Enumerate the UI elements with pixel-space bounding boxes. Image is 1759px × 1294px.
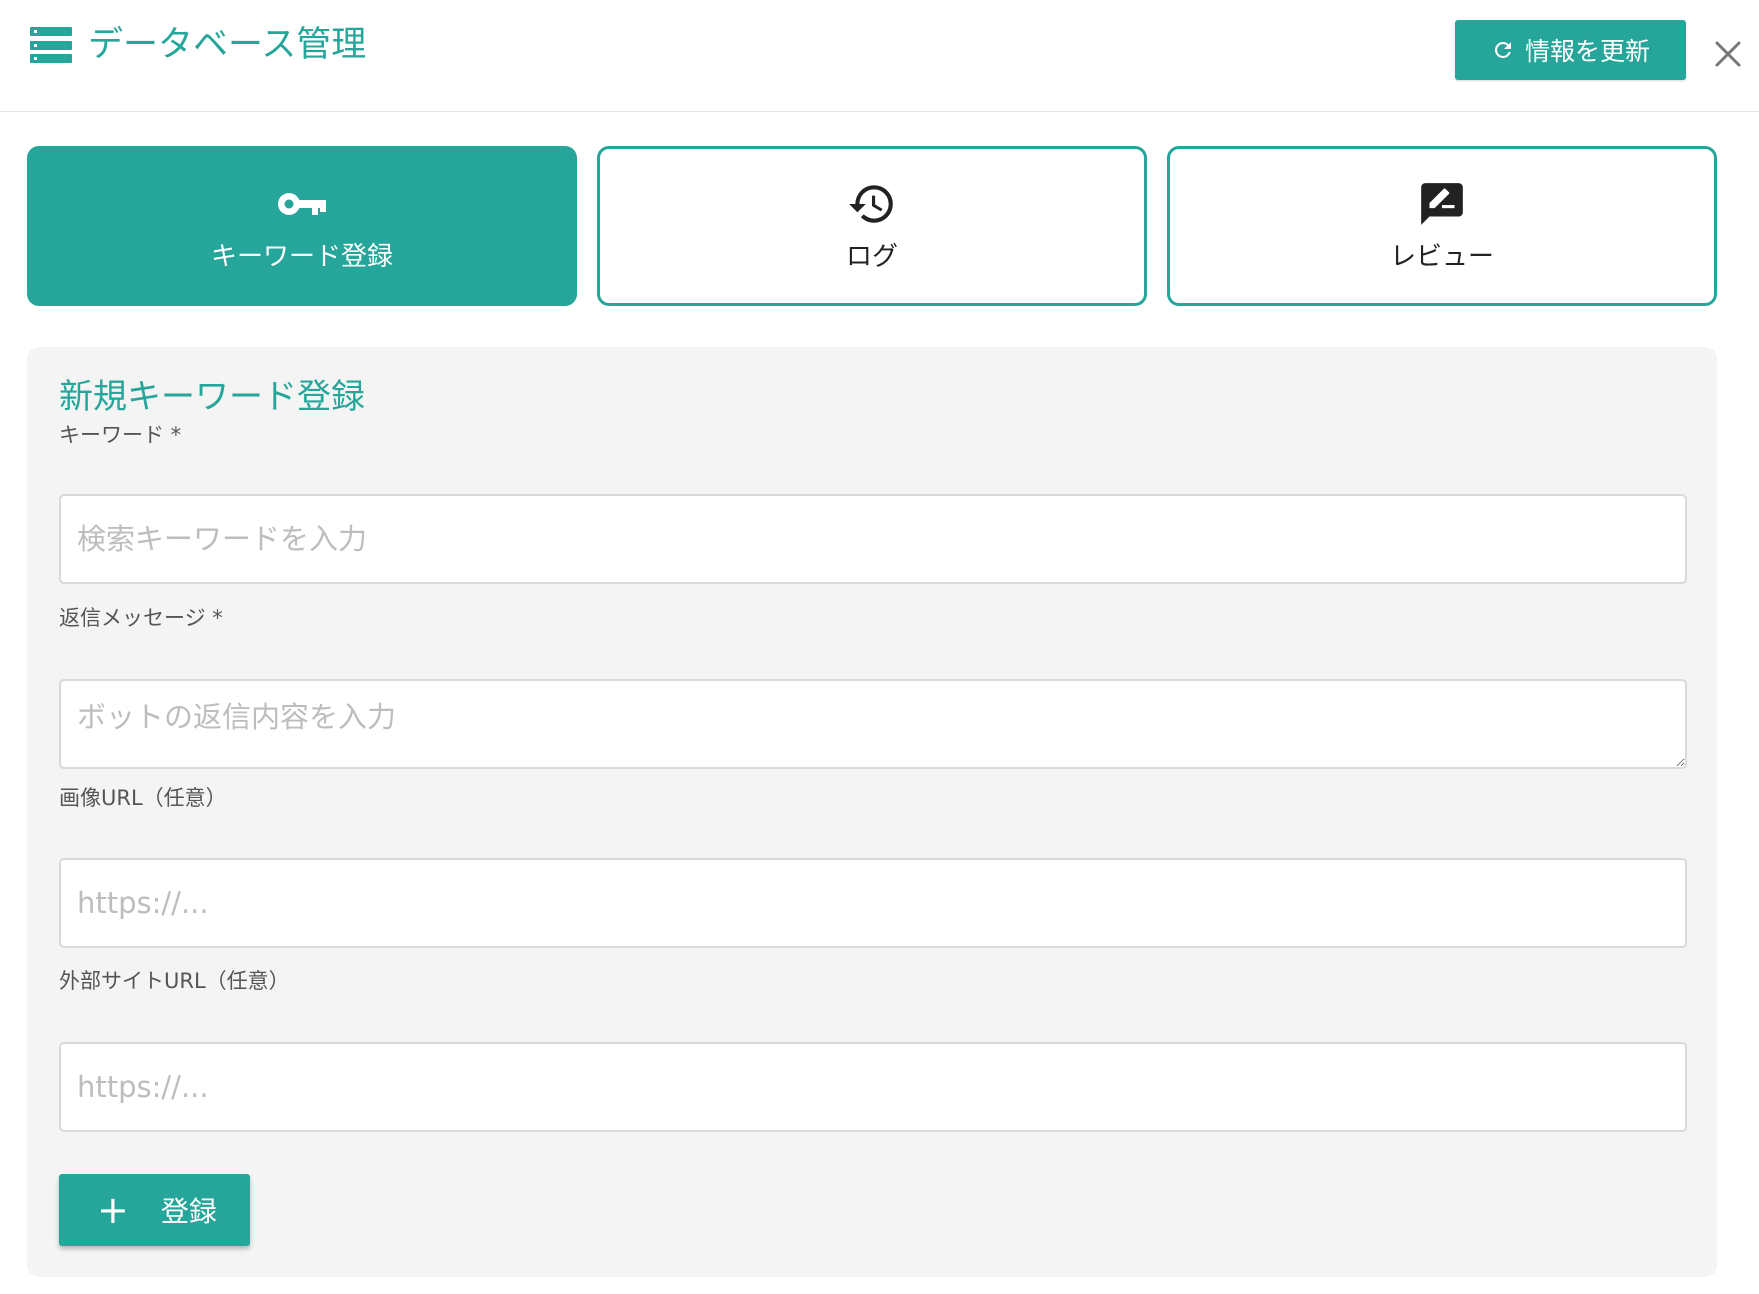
tab-label: レビュー [1389,242,1494,272]
register-form-card: 新規キーワード登録 キーワード * 返信メッセージ * 画像URL（任意） 外部… [27,347,1717,1277]
refresh-button-label: 情報を更新 [1524,37,1650,66]
reply-textarea[interactable] [59,679,1687,769]
tab-log[interactable]: ログ [597,146,1147,306]
history-icon [846,178,898,230]
image-url-label: 画像URL（任意） [59,786,227,810]
tab-keyword-register[interactable]: キーワード登録 [27,146,577,306]
image-url-input[interactable] [59,858,1687,948]
tab-label: ログ [845,242,898,272]
register-button[interactable]: + 登録 [59,1174,250,1246]
review-icon [1416,178,1468,230]
header-bar: データベース管理 情報を更新 [0,0,1759,112]
refresh-button[interactable]: 情報を更新 [1455,20,1686,80]
key-icon [276,178,328,230]
keyword-input[interactable] [59,494,1687,584]
tab-label: キーワード登録 [210,242,393,272]
page-title: データベース管理 [88,25,367,65]
close-icon[interactable] [1712,38,1744,70]
register-button-label: 登録 [160,1195,217,1228]
keyword-label: キーワード * [59,423,182,447]
database-icon [30,27,72,63]
form-title: 新規キーワード登録 [59,377,365,417]
site-url-label: 外部サイトURL（任意） [59,969,290,993]
plus-icon: + [97,1188,129,1232]
tab-review[interactable]: レビュー [1167,146,1717,306]
site-url-input[interactable] [59,1042,1687,1132]
refresh-icon [1494,41,1511,58]
reply-label: 返信メッセージ * [59,606,223,630]
app-title: データベース管理 [30,22,366,68]
